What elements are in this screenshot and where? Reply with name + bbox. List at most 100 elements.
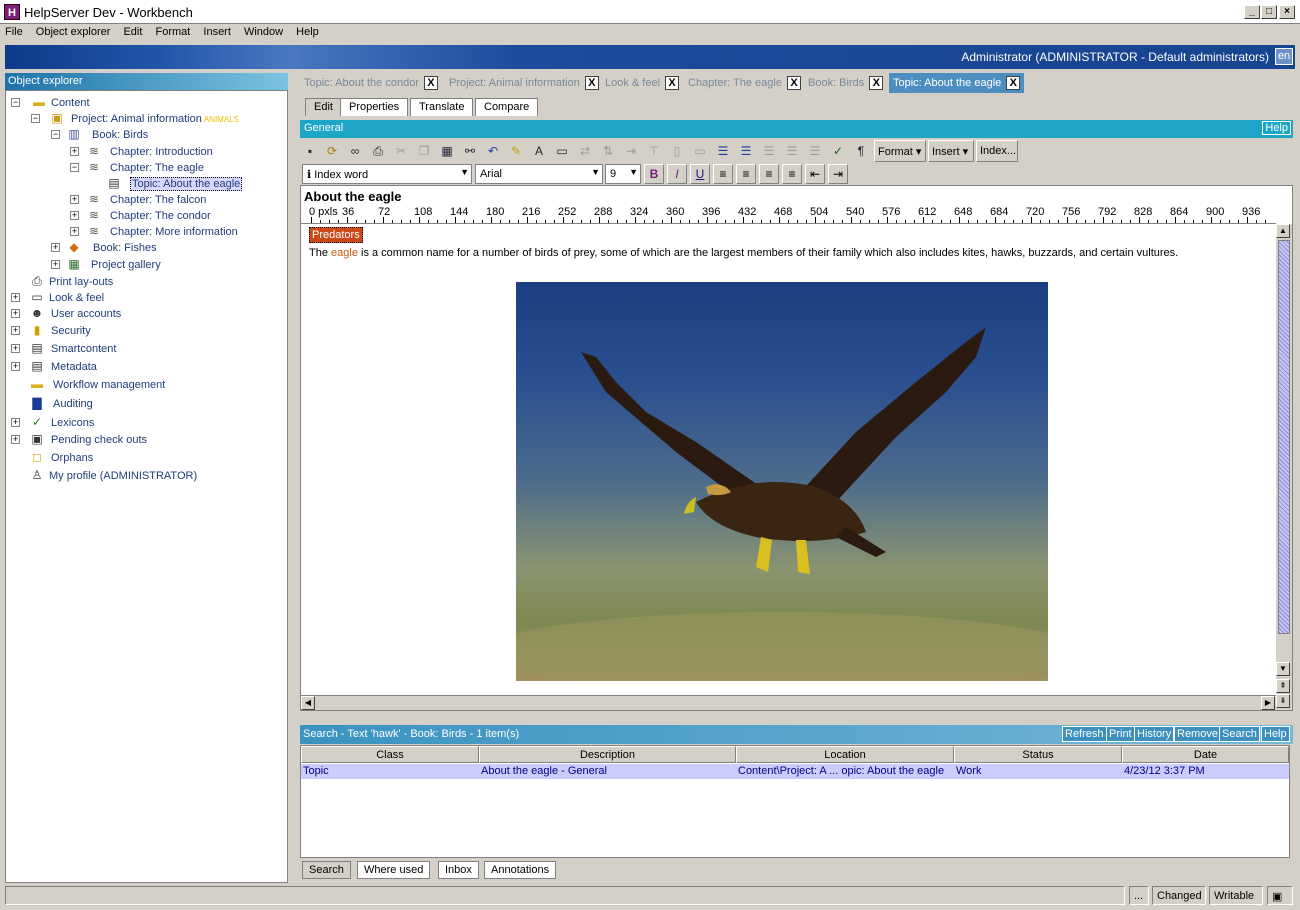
collapse-toggle[interactable]: − — [11, 98, 20, 107]
menu-object-explorer[interactable]: Object explorer — [31, 24, 116, 43]
tab-inbox[interactable]: Inbox — [438, 861, 479, 879]
menu-insert[interactable]: Insert — [198, 24, 236, 43]
menu-help[interactable]: Help — [291, 24, 324, 43]
status-window-icon[interactable]: ▣ — [1267, 886, 1293, 905]
paste-icon[interactable]: ▦ — [437, 141, 457, 161]
tab-where-used[interactable]: Where used — [357, 861, 431, 879]
vertical-scrollbar[interactable]: ▲ ▼ ⇞ ⇟ — [1276, 224, 1292, 710]
insert-dropdown[interactable]: Insert ▾ — [928, 140, 974, 162]
expand-toggle[interactable]: + — [11, 418, 20, 427]
print-icon[interactable]: ⎙ — [368, 141, 388, 161]
bullet-list-icon[interactable]: ☰ — [736, 141, 756, 161]
column-status[interactable]: Status — [954, 746, 1122, 763]
insert-row-icon[interactable]: ⊤ — [644, 141, 664, 161]
column-date[interactable]: Date — [1122, 746, 1289, 763]
collapse-toggle[interactable]: − — [31, 114, 40, 123]
numbered-list-icon[interactable]: ☰ — [713, 141, 733, 161]
merge-icon[interactable]: ⇄ — [575, 141, 595, 161]
delete-row-icon[interactable]: ▭ — [690, 141, 710, 161]
close-window-button[interactable]: × — [1279, 5, 1295, 19]
close-tab-icon[interactable]: X — [584, 76, 599, 90]
menu-window[interactable]: Window — [239, 24, 288, 43]
doc-tab-project[interactable]: Project: Animal information X — [445, 73, 603, 93]
close-tab-icon[interactable]: X — [423, 76, 438, 90]
tab-edit[interactable]: Edit — [305, 98, 342, 116]
index-word-predators[interactable]: Predators — [309, 227, 363, 243]
cut-icon[interactable]: ✂ — [391, 141, 411, 161]
collapse-toggle[interactable]: − — [70, 163, 79, 172]
refresh-button[interactable]: Refresh — [1062, 726, 1107, 742]
column-class[interactable]: Class — [301, 746, 479, 763]
align-left-button[interactable]: ≡ — [713, 164, 733, 184]
save-icon[interactable]: ▪ — [300, 141, 320, 161]
general-help-button[interactable]: Help — [1262, 121, 1291, 135]
format-dropdown[interactable]: Format ▾ — [874, 140, 926, 162]
horizontal-scrollbar[interactable]: ◀ ▶ — [301, 695, 1276, 710]
bold-button[interactable]: B — [644, 164, 664, 184]
insert-col-icon[interactable]: ⇥ — [621, 141, 641, 161]
column-location[interactable]: Location — [736, 746, 954, 763]
font-select[interactable]: Arial ▼ — [475, 164, 603, 184]
expand-toggle[interactable]: + — [11, 293, 20, 302]
outdent-list-icon[interactable]: ☰ — [782, 141, 802, 161]
font-size-select[interactable]: 9 ▼ — [605, 164, 641, 184]
justify-button[interactable]: ≡ — [782, 164, 802, 184]
language-button[interactable]: en — [1275, 48, 1293, 65]
spellcheck-icon[interactable]: ✓ — [828, 141, 848, 161]
minimize-button[interactable]: _ — [1244, 5, 1260, 19]
close-tab-icon[interactable]: X — [869, 76, 884, 90]
expand-toggle[interactable]: + — [70, 227, 79, 236]
tab-annotations[interactable]: Annotations — [484, 861, 557, 879]
doc-tab-condor[interactable]: Topic: About the condor X — [300, 73, 442, 93]
expand-toggle[interactable]: + — [11, 326, 20, 335]
topic-paragraph[interactable]: The eagle is a common name for a number … — [309, 246, 1259, 260]
topic-editor[interactable]: About the eagle 0 pxls 36 72 108 144 180 216 2… — [300, 185, 1293, 711]
search-help-button[interactable]: Help — [1261, 726, 1290, 742]
eagle-link[interactable]: eagle — [331, 247, 358, 259]
print-button[interactable]: Print — [1106, 726, 1135, 742]
decrease-indent-button[interactable]: ⇤ — [805, 164, 825, 184]
collapse-toggle[interactable]: − — [51, 130, 60, 139]
split-icon[interactable]: ⇅ — [598, 141, 618, 161]
page-down-icon[interactable]: ⇟ — [1276, 694, 1290, 708]
close-tab-icon[interactable]: X — [665, 76, 680, 90]
doc-tab-look-feel[interactable]: Look & feel X — [601, 73, 683, 93]
tab-properties[interactable]: Properties — [340, 98, 409, 116]
tab-compare[interactable]: Compare — [475, 98, 539, 116]
italic-button[interactable]: I — [667, 164, 687, 184]
maximize-button[interactable]: □ — [1261, 5, 1277, 19]
menu-edit[interactable]: Edit — [118, 24, 147, 43]
scroll-left-icon[interactable]: ◀ — [301, 696, 315, 710]
page-up-icon[interactable]: ⇞ — [1276, 679, 1290, 693]
increase-indent-button[interactable]: ⇥ — [828, 164, 848, 184]
find-icon[interactable]: ⚯ — [460, 141, 480, 161]
close-tab-icon[interactable]: X — [1006, 76, 1021, 90]
menu-format[interactable]: Format — [150, 24, 195, 43]
refresh-icon[interactable]: ⟳ — [322, 141, 342, 161]
copy-icon[interactable]: ❐ — [414, 141, 434, 161]
list-icon[interactable]: ☰ — [759, 141, 779, 161]
panel-splitter[interactable] — [290, 73, 298, 883]
expand-toggle[interactable]: + — [70, 195, 79, 204]
delete-col-icon[interactable]: ▯ — [667, 141, 687, 161]
expand-toggle[interactable]: + — [11, 435, 20, 444]
menu-file[interactable]: File — [0, 24, 28, 43]
expand-toggle[interactable]: + — [11, 362, 20, 371]
font-color-icon[interactable]: A — [529, 141, 549, 161]
column-description[interactable]: Description — [479, 746, 736, 763]
scroll-right-icon[interactable]: ▶ — [1261, 696, 1275, 710]
indent-list-icon[interactable]: ☰ — [805, 141, 825, 161]
tab-translate[interactable]: Translate — [410, 98, 474, 116]
expand-toggle[interactable]: + — [70, 147, 79, 156]
doc-tab-topic-eagle[interactable]: Topic: About the eagle X — [889, 73, 1025, 93]
search-button[interactable]: Search — [1219, 726, 1260, 742]
doc-tab-book-birds[interactable]: Book: Birds X — [804, 73, 887, 93]
status-dots[interactable]: ... — [1129, 886, 1149, 905]
align-right-button[interactable]: ≡ — [759, 164, 779, 184]
undo-icon[interactable]: ↶ — [483, 141, 503, 161]
scroll-thumb[interactable] — [1278, 240, 1290, 634]
scroll-down-icon[interactable]: ▼ — [1276, 662, 1290, 676]
close-tab-icon[interactable]: X — [786, 76, 801, 90]
remove-button[interactable]: Remove — [1174, 726, 1221, 742]
table-icon[interactable]: ▭ — [552, 141, 572, 161]
